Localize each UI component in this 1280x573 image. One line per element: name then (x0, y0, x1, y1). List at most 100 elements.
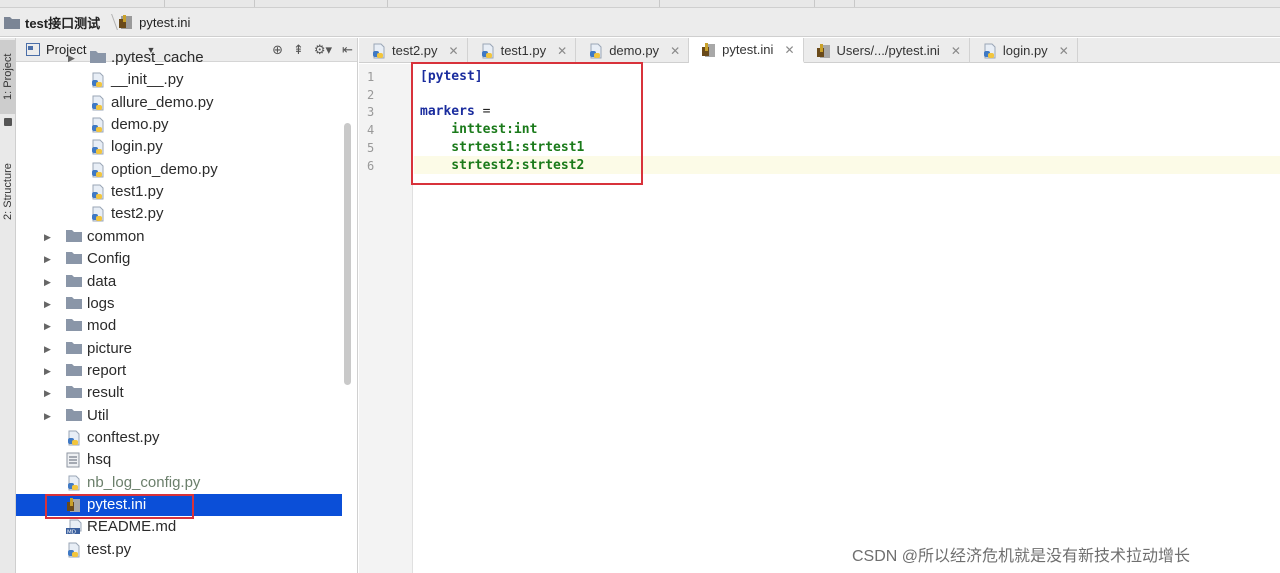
folder-icon (66, 229, 82, 246)
tree-file[interactable]: login.py (16, 136, 342, 158)
folder-icon (66, 385, 82, 402)
breadcrumb-file[interactable]: pytest.ini (118, 14, 190, 30)
tree-file[interactable]: option_demo.py (16, 159, 342, 181)
tree-folder[interactable]: ▶ picture (16, 338, 342, 360)
editor-gutter: 1 2 3 4 5 6 (359, 64, 413, 573)
tree-item-label: Config (87, 250, 131, 268)
py-file-icon (90, 117, 106, 137)
tree-file[interactable]: allure_demo.py (16, 92, 342, 114)
project-tree-scrollbar[interactable] (344, 123, 351, 385)
tree-file[interactable]: test.py (16, 539, 342, 561)
tree-item-label: test2.py (111, 205, 164, 223)
expand-arrow-icon[interactable]: ▶ (44, 299, 51, 310)
tree-folder[interactable]: ▶ data (16, 271, 342, 293)
close-icon[interactable]: ✕ (951, 44, 961, 58)
editor-tab[interactable]: Users/.../pytest.ini ✕ (804, 38, 970, 63)
close-icon[interactable]: ✕ (557, 44, 567, 58)
editor-tab-label: Users/.../pytest.ini (836, 43, 940, 58)
expand-arrow-icon[interactable]: ▶ (44, 232, 51, 243)
folder-icon (66, 408, 82, 425)
editor-tab[interactable]: test2.py ✕ (359, 38, 468, 63)
close-icon[interactable]: ✕ (449, 44, 459, 58)
tree-item-label: result (87, 384, 124, 402)
tree-file[interactable]: nb_log_config.py (16, 472, 342, 494)
project-tool-tab[interactable]: 1: Project (0, 40, 16, 114)
line-number: 4 (367, 123, 375, 138)
tree-folder[interactable]: ▶ .pytest_cache (16, 47, 342, 69)
close-icon[interactable]: ✕ (1059, 44, 1069, 58)
tree-folder[interactable]: ▶ common (16, 226, 342, 248)
toolbar-divider (245, 0, 255, 7)
py-file-icon (588, 43, 604, 59)
project-tool-tab-label: 1: Project (2, 53, 14, 101)
folder-icon (66, 251, 82, 268)
py-file-icon (66, 542, 82, 562)
py-file-icon (90, 95, 106, 115)
folder-icon (66, 363, 82, 380)
tree-file[interactable]: __init__.py (16, 69, 342, 91)
py-file-icon (66, 430, 82, 450)
py-file-icon (90, 206, 106, 226)
tree-folder[interactable]: ▶ logs (16, 293, 342, 315)
tree-item-label: hsq (87, 451, 112, 469)
editor-tab-bar: test2.py ✕ test1.py ✕ demo.py ✕ pytest.ini ✕ Use… (359, 38, 1280, 63)
tree-file[interactable]: demo.py (16, 114, 342, 136)
tree-item-label: __init__.py (111, 71, 184, 89)
editor-tab[interactable]: login.py ✕ (970, 38, 1078, 63)
tree-item-label: data (87, 272, 117, 290)
toolbar-divider (155, 0, 165, 7)
line-number: 3 (367, 105, 375, 120)
close-icon[interactable]: ✕ (670, 44, 680, 58)
expand-arrow-icon[interactable]: ▶ (44, 254, 51, 265)
highlight-box-tree (45, 494, 194, 519)
tree-folder[interactable]: ▶ Config (16, 248, 342, 270)
py-file-icon (90, 184, 106, 204)
py-file-icon (66, 475, 82, 495)
expand-arrow-icon[interactable]: ▶ (44, 366, 51, 377)
project-panel: Project ▼ ⊕ ⇞ ⚙▾ ⇤ ▶ .pytest_cache __init_… (16, 38, 358, 573)
hide-panel-icon[interactable]: ⇤ (342, 42, 353, 58)
tree-file[interactable]: test1.py (16, 181, 342, 203)
editor-tab[interactable]: demo.py ✕ (576, 38, 690, 63)
editor-tab[interactable]: pytest.ini ✕ (689, 38, 804, 63)
tree-item-label: .pytest_cache (111, 49, 204, 66)
tree-folder[interactable]: ▶ Util (16, 405, 342, 427)
tool-window-strip: 1: Project 2: Structure (0, 38, 16, 573)
tree-item-label: option_demo.py (111, 160, 218, 178)
expand-arrow-icon[interactable]: ▶ (68, 53, 75, 64)
folder-icon (4, 16, 20, 29)
tree-item-label: logs (87, 294, 115, 312)
tree-item-label: picture (87, 339, 133, 357)
editor-tab[interactable]: test1.py ✕ (468, 38, 577, 63)
tree-folder[interactable]: ▶ mod (16, 315, 342, 337)
expand-arrow-icon[interactable]: ▶ (44, 411, 51, 422)
tree-file[interactable]: MD README.md (16, 516, 342, 538)
tree-item-label: demo.py (111, 116, 169, 134)
py-file-icon (90, 139, 106, 159)
ini-file-icon (119, 15, 133, 29)
tree-file[interactable]: test2.py (16, 203, 342, 225)
tree-folder[interactable]: ▶ report (16, 360, 342, 382)
expand-arrow-icon[interactable]: ▶ (44, 277, 51, 288)
breadcrumb-project-label: test接口测试 (25, 15, 101, 31)
close-icon[interactable]: ✕ (784, 43, 794, 57)
structure-tool-tab[interactable]: 2: Structure (0, 144, 16, 240)
tree-item-label: Util (87, 406, 109, 424)
expand-arrow-icon[interactable]: ▶ (44, 388, 51, 399)
folder-icon (66, 274, 82, 291)
watermark: CSDN @所以经济危机就是没有新技术拉动增长 (852, 548, 1191, 565)
folder-icon (90, 50, 106, 67)
py-file-icon (982, 43, 998, 59)
breadcrumb-project[interactable]: test接口测试 (4, 13, 100, 32)
expand-arrow-icon[interactable]: ▶ (44, 344, 51, 355)
text-file-icon (66, 452, 80, 472)
line-number: 5 (367, 140, 375, 155)
tree-file[interactable]: conftest.py (16, 427, 342, 449)
line-number: 2 (367, 87, 375, 102)
expand-arrow-icon[interactable]: ▶ (44, 321, 51, 332)
tree-file[interactable]: hsq (16, 449, 342, 471)
editor-tab-label: pytest.ini (722, 42, 774, 57)
tree-folder[interactable]: ▶ result (16, 382, 342, 404)
py-file-icon (90, 72, 106, 92)
editor-tab-label: demo.py (609, 43, 660, 58)
